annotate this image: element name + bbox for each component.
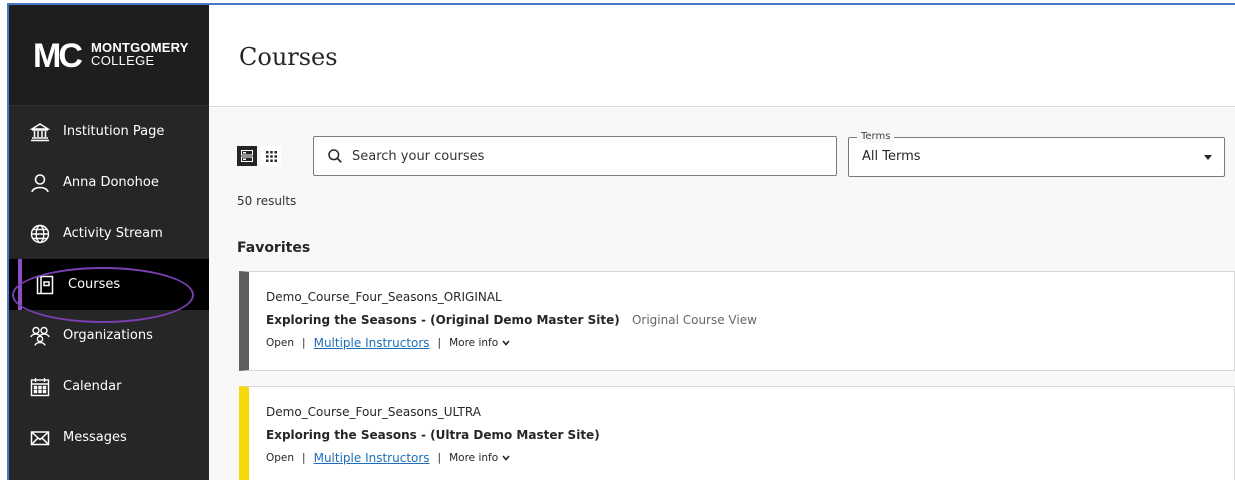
sidebar-item-label: Institution Page <box>63 124 165 139</box>
envelope-icon <box>29 427 51 449</box>
sidebar-item-organizations[interactable]: Organizations <box>9 310 209 361</box>
course-title[interactable]: Exploring the Seasons - (Original Demo M… <box>266 313 757 327</box>
course-meta: Open | Multiple Instructors | More info <box>266 451 510 465</box>
logo-mark: MC <box>33 37 83 75</box>
course-title[interactable]: Exploring the Seasons - (Ultra Demo Mast… <box>266 428 600 442</box>
sidebar-item-label: Anna Donohoe <box>63 175 159 190</box>
course-id: Demo_Course_Four_Seasons_ULTRA <box>266 405 481 419</box>
favorites-heading: Favorites <box>237 240 311 256</box>
app-frame: MC MONTGOMERY COLLEGE Institution Page A… <box>7 3 1235 480</box>
user-icon <box>29 172 51 194</box>
course-name[interactable]: Exploring the Seasons - (Ultra Demo Mast… <box>266 428 600 442</box>
logo-line2: COLLEGE <box>91 53 155 68</box>
instructors-link[interactable]: Multiple Instructors <box>314 336 430 350</box>
logo[interactable]: MC MONTGOMERY COLLEGE <box>9 5 209 106</box>
more-info-label: More info <box>449 452 499 464</box>
grid-view-button[interactable] <box>261 146 281 166</box>
separator: | <box>437 452 442 464</box>
view-toggle <box>237 146 281 166</box>
sidebar-item-profile[interactable]: Anna Donohoe <box>9 157 209 208</box>
courses-content: Terms All Terms 50 results Favorites Dem… <box>209 108 1235 480</box>
list-view-button[interactable] <box>237 146 257 166</box>
sidebar-item-label: Activity Stream <box>63 226 163 241</box>
sidebar-item-label: Calendar <box>63 379 122 394</box>
terms-label: Terms <box>857 131 895 143</box>
chevron-down-icon <box>502 340 510 346</box>
courses-icon <box>34 274 56 296</box>
sidebar-item-label: Organizations <box>63 328 153 343</box>
sidebar-item-activity-stream[interactable]: Activity Stream <box>9 208 209 259</box>
terms-selected-value: All Terms <box>862 149 921 164</box>
sidebar-nav: Institution Page Anna Donohoe Activity S… <box>9 106 209 463</box>
course-id: Demo_Course_Four_Seasons_ORIGINAL <box>266 290 502 304</box>
more-info-label: More info <box>449 337 499 349</box>
separator: | <box>437 337 442 349</box>
list-view-icon <box>241 150 253 162</box>
search-input[interactable] <box>352 148 792 164</box>
sidebar-item-messages[interactable]: Messages <box>9 412 209 463</box>
sidebar-item-calendar[interactable]: Calendar <box>9 361 209 412</box>
course-status: Open <box>266 452 295 464</box>
grid-view-icon <box>265 150 277 162</box>
sidebar-item-courses[interactable]: Courses <box>9 259 209 310</box>
course-status: Open <box>266 337 295 349</box>
instructors-link[interactable]: Multiple Instructors <box>314 451 430 465</box>
chevron-down-icon <box>502 455 510 461</box>
course-card[interactable]: Demo_Course_Four_Seasons_ORIGINAL Explor… <box>239 271 1235 371</box>
sidebar-item-label: Messages <box>63 430 127 445</box>
sidebar-item-label: Courses <box>68 277 121 292</box>
results-count: 50 results <box>237 194 297 208</box>
more-info-toggle[interactable]: More info <box>449 452 510 464</box>
course-view-type: Original Course View <box>631 313 757 327</box>
chevron-down-icon <box>1204 155 1212 160</box>
terms-select[interactable]: Terms All Terms <box>848 131 1225 177</box>
page-title: Courses <box>239 43 338 71</box>
course-meta: Open | Multiple Instructors | More info <box>266 336 510 350</box>
course-name[interactable]: Exploring the Seasons - (Original Demo M… <box>266 313 620 327</box>
organizations-icon <box>29 325 51 347</box>
course-card[interactable]: Demo_Course_Four_Seasons_ULTRA Exploring… <box>239 386 1235 480</box>
separator: | <box>302 452 306 464</box>
search-box <box>313 136 837 176</box>
logo-text: MONTGOMERY COLLEGE <box>91 41 189 67</box>
search-icon <box>328 149 342 163</box>
more-info-toggle[interactable]: More info <box>449 337 510 349</box>
separator: | <box>302 337 306 349</box>
institution-icon <box>29 121 51 143</box>
main-content: Courses Search your courses Terms All Te… <box>209 5 1235 480</box>
page-header: Courses <box>209 5 1235 107</box>
calendar-icon <box>29 376 51 398</box>
sidebar-item-institution-page[interactable]: Institution Page <box>9 106 209 157</box>
sidebar: MC MONTGOMERY COLLEGE Institution Page A… <box>9 5 209 480</box>
globe-icon <box>29 223 51 245</box>
